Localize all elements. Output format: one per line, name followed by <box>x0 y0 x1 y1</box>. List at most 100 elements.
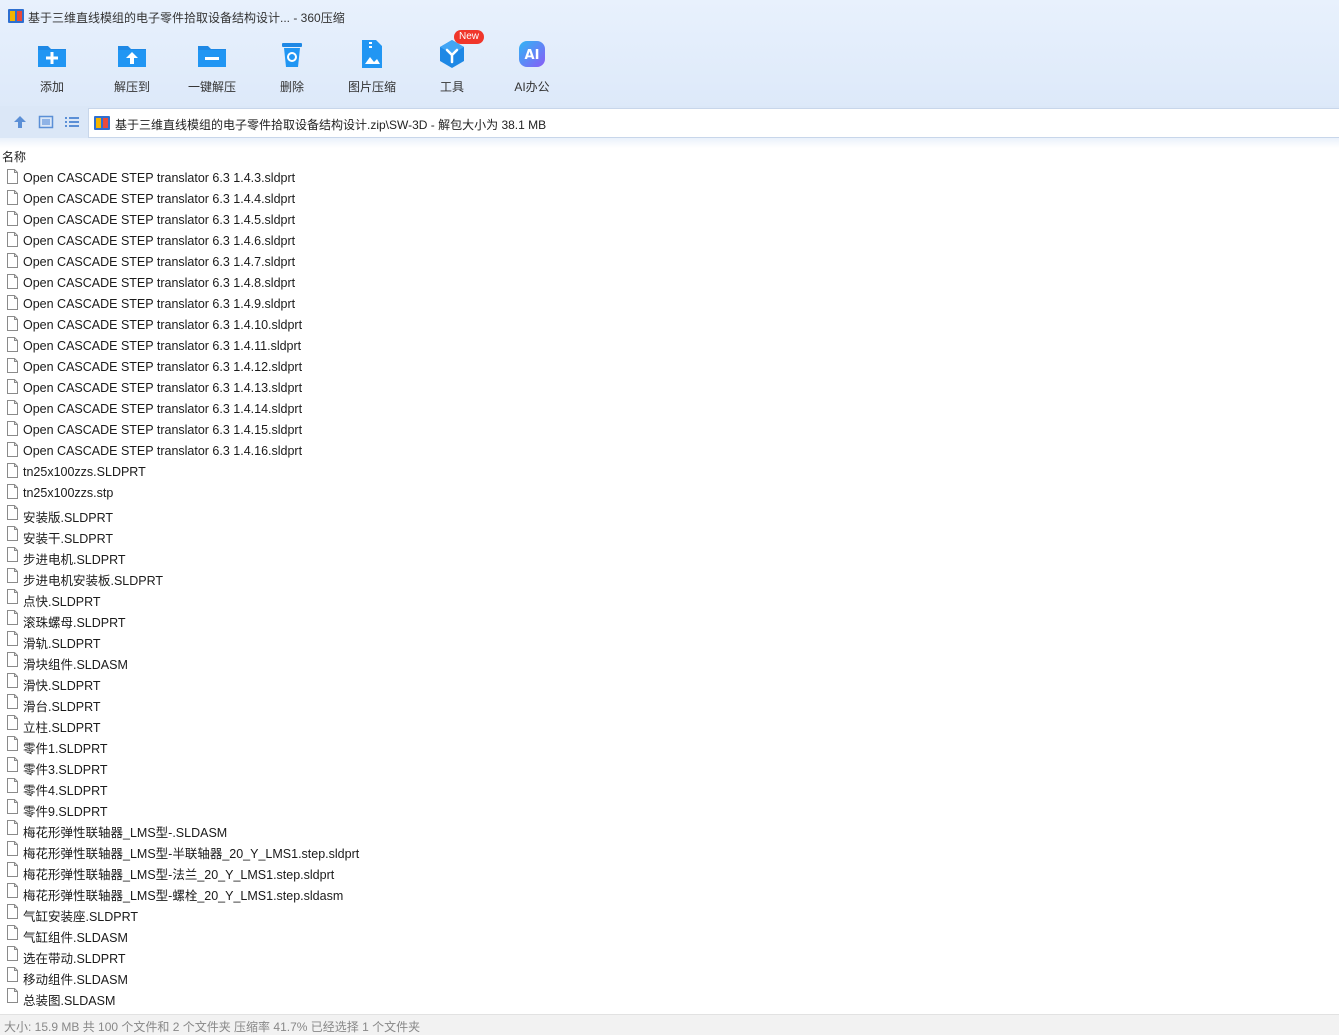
tools-label: 工具 <box>439 80 464 94</box>
file-name: 总装图.SLDASM <box>23 994 116 1008</box>
file-name: Open CASCADE STEP translator 6.3 1.4.10.… <box>23 318 303 332</box>
file-row[interactable]: Open CASCADE STEP translator 6.3 1.4.14.… <box>0 399 1339 420</box>
file-row[interactable]: tn25x100zzs.stp <box>0 483 1339 504</box>
file-row[interactable]: 点快.SLDPRT <box>0 588 1339 609</box>
file-icon <box>7 778 18 793</box>
file-name: 立柱.SLDPRT <box>23 721 101 735</box>
file-icon <box>7 862 18 877</box>
svg-text:AI: AI <box>525 48 540 63</box>
file-icon <box>7 799 18 814</box>
tools-button[interactable]: New 工具 <box>412 30 492 100</box>
file-row[interactable]: 梅花形弹性联轴器_LMS型-半联轴器_20_Y_LMS1.step.sldprt <box>0 840 1339 861</box>
file-name: 滑快.SLDPRT <box>23 679 101 693</box>
file-row[interactable]: Open CASCADE STEP translator 6.3 1.4.4.s… <box>0 189 1339 210</box>
file-name: 点快.SLDPRT <box>23 595 101 609</box>
file-icon <box>7 568 18 583</box>
file-icon <box>7 484 18 499</box>
file-row[interactable]: 滑轨.SLDPRT <box>0 630 1339 651</box>
file-row[interactable]: Open CASCADE STEP translator 6.3 1.4.13.… <box>0 378 1339 399</box>
file-icon <box>7 421 18 436</box>
file-name: 梅花形弹性联轴器_LMS型-螺栓_20_Y_LMS1.step.sldasm <box>23 889 344 903</box>
file-row[interactable]: 梅花形弹性联轴器_LMS型-螺栓_20_Y_LMS1.step.sldasm <box>0 882 1339 903</box>
file-row[interactable]: 梅花形弹性联轴器_LMS型-.SLDASM <box>0 819 1339 840</box>
file-icon <box>7 715 18 730</box>
delete-button[interactable]: 删除 <box>252 36 332 100</box>
file-row[interactable]: 零件9.SLDPRT <box>0 798 1339 819</box>
file-row[interactable]: Open CASCADE STEP translator 6.3 1.4.7.s… <box>0 252 1339 273</box>
file-row[interactable]: Open CASCADE STEP translator 6.3 1.4.15.… <box>0 420 1339 441</box>
file-icon <box>7 610 18 625</box>
file-row[interactable]: 零件4.SLDPRT <box>0 777 1339 798</box>
one-click-extract-button[interactable]: 一键解压 <box>172 36 252 100</box>
file-list: Open CASCADE STEP translator 6.3 1.4.3.s… <box>0 168 1339 1008</box>
file-row[interactable]: 气缸组件.SLDASM <box>0 924 1339 945</box>
file-row[interactable]: Open CASCADE STEP translator 6.3 1.4.8.s… <box>0 273 1339 294</box>
file-icon <box>7 652 18 667</box>
file-name: 滑台.SLDPRT <box>23 700 101 714</box>
file-row[interactable]: 步进电机安装板.SLDPRT <box>0 567 1339 588</box>
file-icon <box>7 757 18 772</box>
file-row[interactable]: 零件3.SLDPRT <box>0 756 1339 777</box>
file-icon <box>7 358 18 373</box>
delete-label: 删除 <box>279 80 304 94</box>
file-row[interactable]: Open CASCADE STEP translator 6.3 1.4.12.… <box>0 357 1339 378</box>
file-name: Open CASCADE STEP translator 6.3 1.4.6.s… <box>23 234 296 248</box>
column-header-name[interactable]: 名称 <box>2 148 26 165</box>
file-row[interactable]: 滑快.SLDPRT <box>0 672 1339 693</box>
file-row[interactable]: 气缸安装座.SLDPRT <box>0 903 1339 924</box>
add-label: 添加 <box>39 80 64 94</box>
file-row[interactable]: 滚珠螺母.SLDPRT <box>0 609 1339 630</box>
file-name: 滑轨.SLDPRT <box>23 637 101 651</box>
file-row[interactable]: 安装版.SLDPRT <box>0 504 1339 525</box>
add-button[interactable]: 添加 <box>12 36 92 100</box>
file-row[interactable]: Open CASCADE STEP translator 6.3 1.4.10.… <box>0 315 1339 336</box>
file-icon <box>7 673 18 688</box>
file-name: 零件4.SLDPRT <box>23 784 108 798</box>
file-row[interactable]: 步进电机.SLDPRT <box>0 546 1339 567</box>
file-name: Open CASCADE STEP translator 6.3 1.4.8.s… <box>23 276 296 290</box>
file-name: 滑块组件.SLDASM <box>23 658 128 672</box>
file-row[interactable]: tn25x100zzs.SLDPRT <box>0 462 1339 483</box>
one-click-extract-icon <box>198 46 226 67</box>
image-compress-label: 图片压缩 <box>347 80 396 94</box>
file-row[interactable]: Open CASCADE STEP translator 6.3 1.4.5.s… <box>0 210 1339 231</box>
file-name: 安装干.SLDPRT <box>23 532 114 546</box>
file-icon <box>7 232 18 247</box>
file-row[interactable]: 选在带动.SLDPRT <box>0 945 1339 966</box>
file-row[interactable]: 总装图.SLDASM <box>0 987 1339 1008</box>
file-icon <box>7 400 18 415</box>
file-row[interactable]: 滑块组件.SLDASM <box>0 651 1339 672</box>
file-icon <box>7 190 18 205</box>
file-name: 气缸组件.SLDASM <box>23 931 128 945</box>
file-row[interactable]: Open CASCADE STEP translator 6.3 1.4.16.… <box>0 441 1339 462</box>
extract-to-label: 解压到 <box>113 80 150 94</box>
file-row[interactable]: Open CASCADE STEP translator 6.3 1.4.9.s… <box>0 294 1339 315</box>
list-view-icon[interactable] <box>64 114 80 130</box>
path-field[interactable]: 基于三维直线模组的电子零件拾取设备结构设计.zip\SW-3D - 解包大小为 … <box>88 108 1339 138</box>
file-name: 零件1.SLDPRT <box>23 742 108 756</box>
file-row[interactable]: 滑台.SLDPRT <box>0 693 1339 714</box>
separator <box>0 138 1339 148</box>
file-row[interactable]: Open CASCADE STEP translator 6.3 1.4.11.… <box>0 336 1339 357</box>
file-row[interactable]: 移动组件.SLDASM <box>0 966 1339 987</box>
file-icon <box>7 946 18 961</box>
file-icon <box>7 904 18 919</box>
image-compress-button[interactable]: 图片压缩 <box>332 36 412 100</box>
file-row[interactable]: 立柱.SLDPRT <box>0 714 1339 735</box>
path-text: 基于三维直线模组的电子零件拾取设备结构设计.zip\SW-3D - 解包大小为 … <box>115 118 547 132</box>
file-icon <box>7 967 18 982</box>
thumbnail-view-icon[interactable] <box>38 114 54 130</box>
file-name: 梅花形弹性联轴器_LMS型-.SLDASM <box>23 826 228 840</box>
up-arrow-icon[interactable] <box>12 114 28 130</box>
file-row[interactable]: Open CASCADE STEP translator 6.3 1.4.3.s… <box>0 168 1339 189</box>
file-icon <box>7 463 18 478</box>
file-row[interactable]: 零件1.SLDPRT <box>0 735 1339 756</box>
extract-to-button[interactable]: 解压到 <box>92 36 172 100</box>
status-bar: 大小: 15.9 MB 共 100 个文件和 2 个文件夹 压缩率 41.7% … <box>0 1014 1339 1035</box>
file-row[interactable]: 梅花形弹性联轴器_LMS型-法兰_20_Y_LMS1.step.sldprt <box>0 861 1339 882</box>
image-compress-icon <box>362 40 382 68</box>
ai-office-button[interactable]: AI AI办公 <box>492 36 572 100</box>
file-row[interactable]: Open CASCADE STEP translator 6.3 1.4.6.s… <box>0 231 1339 252</box>
file-name: tn25x100zzs.stp <box>23 486 114 500</box>
file-row[interactable]: 安装干.SLDPRT <box>0 525 1339 546</box>
